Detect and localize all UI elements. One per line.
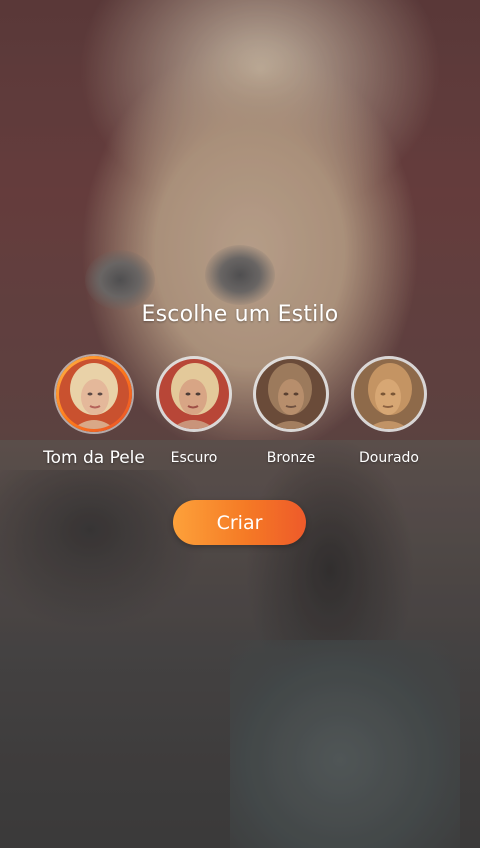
style-option-dourado[interactable]: Dourado <box>334 356 444 476</box>
style-option-escuro[interactable]: Escuro <box>139 356 249 476</box>
page-title: Escolhe um Estilo <box>141 302 339 327</box>
style-thumbnail <box>59 359 129 429</box>
style-thumbnail-ring[interactable] <box>253 356 329 432</box>
style-label: Dourado <box>358 450 419 466</box>
style-thumbnail-ring[interactable] <box>56 356 132 432</box>
statue-thumbnail-icon <box>256 359 326 429</box>
style-label: Bronze <box>266 450 316 466</box>
style-option-tom-da-pele[interactable]: Tom da Pele <box>39 356 149 476</box>
style-thumbnail-ring[interactable] <box>156 356 232 432</box>
style-thumbnail <box>354 359 424 429</box>
create-button[interactable]: Criar <box>173 500 306 545</box>
style-option-bronze[interactable]: Bronze <box>236 356 346 476</box>
style-thumbnail <box>159 359 229 429</box>
style-label: Escuro <box>170 450 218 466</box>
statue-thumbnail-icon <box>354 359 424 429</box>
portrait-thumbnail-icon <box>159 359 229 429</box>
style-thumbnail-ring[interactable] <box>351 356 427 432</box>
style-label: Tom da Pele <box>43 448 145 468</box>
portrait-thumbnail-icon <box>59 359 129 429</box>
style-thumbnail <box>256 359 326 429</box>
